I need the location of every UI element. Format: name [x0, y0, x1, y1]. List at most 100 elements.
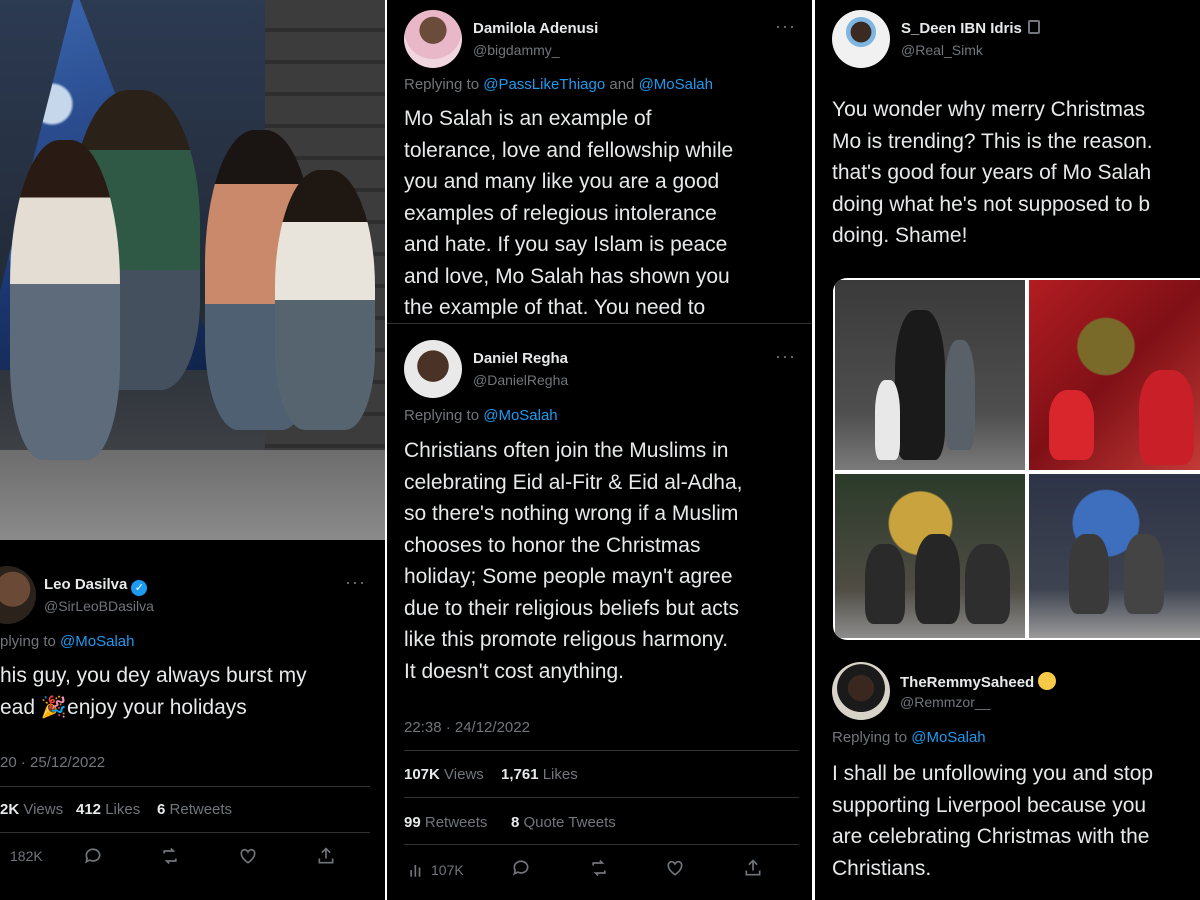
avatar[interactable]	[0, 566, 36, 624]
person-child-right	[275, 170, 375, 430]
lock-icon	[1027, 20, 1040, 34]
person-child-left	[10, 140, 120, 460]
avatar[interactable]	[404, 340, 462, 398]
views-stat[interactable]: 2K Views	[0, 801, 63, 818]
tweet-separator	[387, 323, 812, 324]
likes-count: 1,761	[501, 766, 539, 783]
mention-link[interactable]: @MoSalah	[483, 407, 557, 424]
more-options-icon[interactable]: ···	[775, 16, 796, 37]
reply-context: Replying to @MoSalah	[404, 407, 558, 424]
more-options-icon[interactable]: ···	[775, 346, 796, 367]
share-icon[interactable]	[743, 858, 763, 878]
emoji-icon	[1038, 672, 1057, 690]
retweet-icon[interactable]	[589, 858, 609, 878]
person-silhouette	[1139, 370, 1194, 465]
reply-icon[interactable]	[511, 858, 531, 878]
more-options-icon[interactable]: ···	[345, 572, 366, 593]
analytics-icon	[410, 865, 421, 877]
views-count: 2K	[0, 801, 20, 818]
photo-tile-1[interactable]	[835, 280, 1025, 470]
views-action-count: 182K	[10, 848, 43, 864]
person-silhouette	[965, 544, 1010, 624]
tweet-timestamp[interactable]: 22:38 · 24/12/2022	[404, 719, 530, 736]
author-name-text: S_Deen IBN Idris	[901, 20, 1022, 37]
quotes-count: 8	[511, 814, 520, 831]
likes-stat[interactable]: 412 Likes	[76, 801, 140, 818]
author-name-text: Leo Dasilva	[44, 576, 128, 593]
author-handle[interactable]: @Remmzor__	[900, 694, 990, 710]
family-christmas-photo[interactable]	[0, 0, 385, 540]
floor-rug	[0, 450, 385, 540]
likes-count: 412	[76, 801, 102, 818]
tweet-column-middle: Damilola Adenusi @bigdammy_ ··· Replying…	[387, 0, 812, 900]
person-silhouette	[1124, 534, 1164, 614]
mention-link[interactable]: @MoSalah	[911, 729, 985, 746]
reply-prefix: plying to	[0, 633, 56, 650]
quote-tweets-stat[interactable]: 8 Quote Tweets	[511, 814, 616, 831]
photo-tile-2[interactable]	[1029, 280, 1200, 470]
reply-prefix: Replying to	[832, 729, 908, 746]
retweets-stat[interactable]: 6 Retweets	[157, 801, 232, 818]
person-silhouette	[1069, 534, 1109, 614]
mention-link[interactable]: @MoSalah	[60, 633, 134, 650]
person-silhouette	[915, 534, 960, 624]
like-icon[interactable]	[238, 846, 258, 866]
reply-prefix: Replying to	[404, 407, 480, 424]
tweet-text: Christians often join the Muslims in cel…	[404, 439, 743, 683]
reply-context: Replying to @MoSalah	[832, 729, 986, 746]
avatar[interactable]	[404, 10, 462, 68]
author-name[interactable]: Damilola Adenusi	[473, 20, 598, 37]
author-name[interactable]: S_Deen IBN Idris	[901, 20, 1040, 37]
tweet-text: I shall be unfollowing you and stop supp…	[832, 762, 1154, 880]
avatar[interactable]	[832, 10, 890, 68]
views-count: 107K	[404, 766, 440, 783]
reply-and: and	[609, 76, 635, 93]
views-action[interactable]: 182K	[10, 848, 43, 864]
reply-context: plying to @MoSalah	[0, 633, 134, 650]
person-silhouette	[895, 310, 945, 460]
retweets-count: 6	[157, 801, 166, 818]
verified-badge-icon: ✓	[131, 580, 148, 596]
like-icon[interactable]	[665, 858, 685, 878]
photo-tile-4[interactable]	[1029, 474, 1200, 638]
likes-stat[interactable]: 1,761 Likes	[501, 766, 578, 783]
author-name[interactable]: Leo Dasilva ✓	[44, 576, 148, 596]
family-photo-grid[interactable]	[833, 278, 1200, 640]
reply-icon[interactable]	[83, 846, 103, 866]
tweet-text: Mo Salah is an example of tolerance, lov…	[404, 107, 734, 319]
person-silhouette	[945, 340, 975, 450]
person-silhouette	[875, 380, 900, 460]
views-stat[interactable]: 107K Views	[404, 766, 484, 783]
person-silhouette	[1049, 390, 1094, 460]
views-label: Views	[23, 801, 64, 818]
photo-tile-3[interactable]	[835, 474, 1025, 638]
author-name-text: TheRemmySaheed	[900, 674, 1035, 691]
author-handle[interactable]: @SirLeoBDasilva	[44, 598, 154, 614]
mention-link[interactable]: @PassLikeThiago	[483, 76, 605, 93]
author-handle[interactable]: @Real_Simk	[901, 42, 983, 58]
tweet-text: his guy, you dey always burst my ead 🎉en…	[0, 664, 307, 719]
divider	[404, 750, 799, 751]
retweet-icon[interactable]	[160, 846, 180, 866]
retweets-label: Retweets	[169, 801, 233, 818]
divider	[0, 786, 370, 787]
mention-link[interactable]: @MoSalah	[639, 76, 713, 93]
tweet-text: You wonder why merry Christmas Mo is tre…	[832, 98, 1153, 247]
retweets-stat[interactable]: 99 Retweets	[404, 814, 487, 831]
likes-label: Likes	[105, 801, 141, 818]
person-silhouette	[865, 544, 905, 624]
views-label: Views	[444, 766, 484, 783]
author-handle[interactable]: @bigdammy_	[473, 42, 560, 58]
reply-context: Replying to @PassLikeThiago and @MoSalah	[404, 76, 713, 93]
author-handle[interactable]: @DanielRegha	[473, 372, 568, 388]
views-action-count: 107K	[431, 862, 464, 878]
likes-label: Likes	[542, 766, 578, 783]
tweet-timestamp[interactable]: 20 · 25/12/2022	[0, 754, 105, 771]
reply-prefix: Replying to	[404, 76, 480, 93]
share-icon[interactable]	[316, 846, 336, 866]
author-name[interactable]: TheRemmySaheed	[900, 672, 1057, 691]
divider	[404, 844, 799, 845]
views-action[interactable]: 107K	[407, 860, 464, 880]
avatar[interactable]	[832, 662, 890, 720]
author-name[interactable]: Daniel Regha	[473, 350, 568, 367]
